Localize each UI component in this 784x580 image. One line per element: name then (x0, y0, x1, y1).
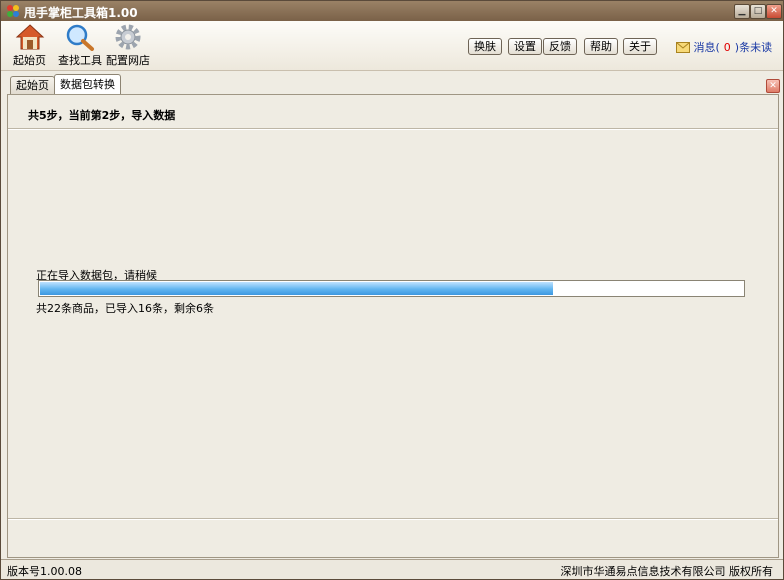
gear-icon (115, 24, 141, 50)
minimize-icon: ▁ (738, 6, 746, 16)
feedback-button[interactable]: 反馈 (543, 38, 577, 55)
skin-button[interactable]: 换肤 (468, 38, 502, 55)
import-progress-bar (38, 280, 745, 297)
footer-divider (8, 518, 778, 520)
app-window: 甩手掌柜工具箱1.00 ▁ □ ✕ 起始页 查找工具 配置网店 换肤 设置 反馈… (0, 0, 784, 580)
settings-button[interactable]: 设置 (508, 38, 542, 55)
envelope-icon (676, 42, 690, 53)
tool-search[interactable]: 查找工具 (58, 23, 102, 68)
help-button[interactable]: 帮助 (584, 38, 618, 55)
close-button[interactable]: ✕ (766, 4, 782, 19)
version-label: 版本号1.00.08 (7, 565, 82, 578)
status-bar: 版本号1.00.08 深圳市华通易点信息技术有限公司 版权所有 (1, 559, 783, 579)
step-indicator: 共5步，当前第2步，导入数据 (28, 109, 176, 122)
maximize-icon: □ (753, 6, 763, 16)
search-icon (66, 24, 94, 51)
tab-start-page[interactable]: 起始页 (10, 76, 55, 94)
messages-suffix: )条未读 (734, 41, 773, 54)
messages-prefix: 消息( (693, 41, 720, 54)
minimize-button[interactable]: ▁ (734, 4, 750, 19)
import-count-text: 共22条商品，已导入16条，剩余6条 (36, 302, 214, 315)
tab-data-convert[interactable]: 数据包转换 (54, 74, 121, 95)
app-logo-icon (7, 5, 19, 17)
tool-config-shop[interactable]: 配置网店 (106, 23, 150, 68)
window-title: 甩手掌柜工具箱1.00 (24, 6, 138, 20)
messages-link[interactable]: 消息(0)条未读 (676, 39, 772, 55)
about-button[interactable]: 关于 (623, 38, 657, 55)
toolbar: 起始页 查找工具 配置网店 换肤 设置 反馈 帮助 关于 消息(0)条未读 (1, 21, 783, 71)
close-icon: ✕ (770, 6, 778, 16)
title-bar[interactable]: 甩手掌柜工具箱1.00 ▁ □ ✕ (1, 1, 783, 21)
close-icon: ✕ (769, 81, 777, 91)
home-icon (15, 24, 44, 50)
copyright-label: 深圳市华通易点信息技术有限公司 版权所有 (560, 565, 774, 578)
tool-config-shop-label: 配置网店 (106, 54, 150, 67)
unread-count: 0 (723, 41, 731, 54)
tab-close-button[interactable]: ✕ (766, 79, 780, 93)
tool-home-label: 起始页 (13, 54, 46, 67)
progress-fill (40, 282, 553, 295)
tool-home[interactable]: 起始页 (13, 23, 46, 68)
tool-search-label: 查找工具 (58, 54, 102, 67)
main-panel: 共5步，当前第2步，导入数据 正在导入数据包，请稍候 共22条商品，已导入16条… (7, 94, 779, 558)
header-divider (8, 128, 778, 130)
tab-bar: 起始页 数据包转换 (1, 71, 783, 95)
maximize-button[interactable]: □ (750, 4, 766, 19)
